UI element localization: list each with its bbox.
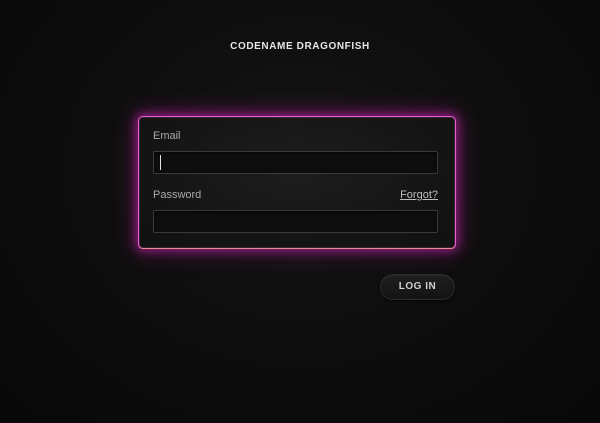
email-field[interactable] bbox=[153, 151, 438, 174]
text-caret bbox=[160, 155, 161, 170]
forgot-password-link[interactable]: Forgot? bbox=[400, 189, 438, 201]
app-title: CODENAME DRAGONFISH bbox=[230, 41, 370, 52]
login-panel: Email Password Forgot? bbox=[138, 116, 456, 249]
password-label: Password bbox=[153, 189, 202, 201]
login-button[interactable]: LOG IN bbox=[380, 274, 455, 300]
password-field[interactable] bbox=[153, 210, 438, 233]
email-label: Email bbox=[153, 130, 181, 142]
